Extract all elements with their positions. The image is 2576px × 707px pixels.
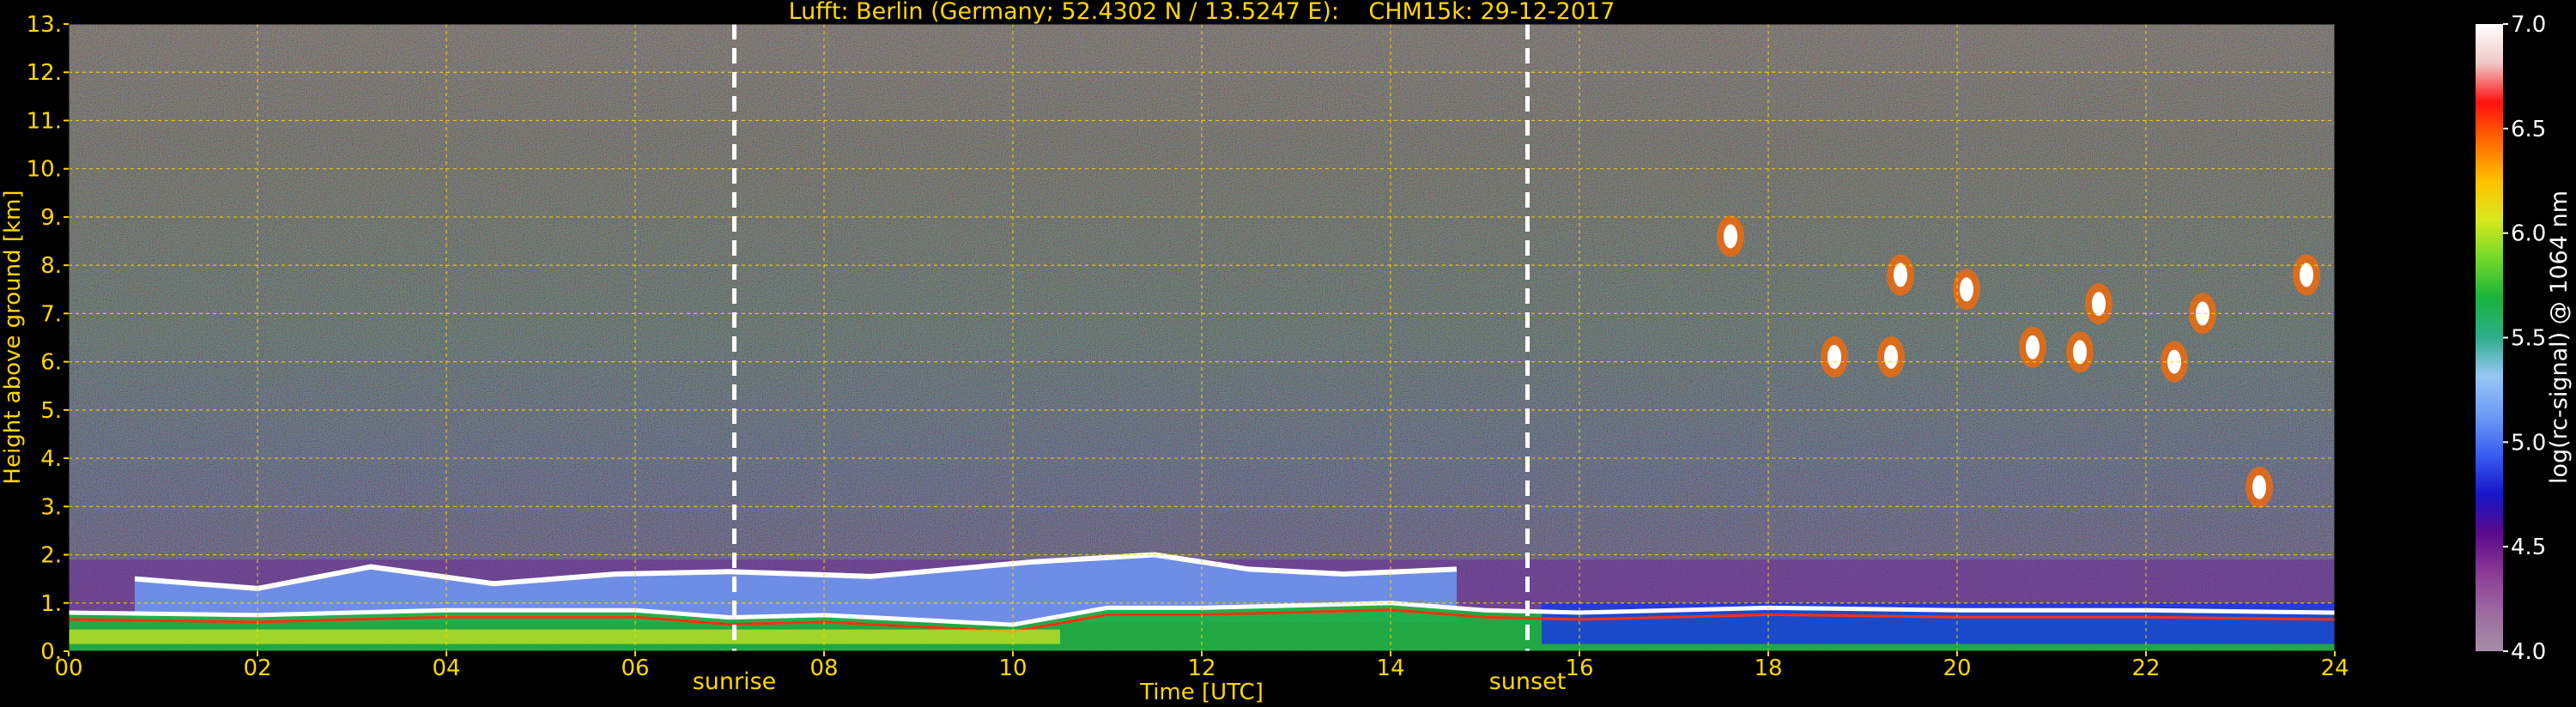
colorbar-tick-label: 6.0 xyxy=(2511,221,2546,247)
x-axis-label: Time [UTC] xyxy=(1139,680,1264,705)
colorbar: 4.0 4.5 5.0 5.5 6.0 6.5 7.0 log(rc-signal) @ 1… xyxy=(2476,12,2573,665)
colorbar-tick-label: 6.5 xyxy=(2511,117,2546,142)
colorbar-ticks: 4.0 4.5 5.0 5.5 6.0 6.5 7.0 xyxy=(2503,12,2546,665)
sun-annotation-label: sunset xyxy=(1489,668,1567,695)
y-axis-label: Height above ground [km] xyxy=(0,190,26,484)
y-tick-label: 8. xyxy=(40,253,62,279)
y-tick-label: 11. xyxy=(27,108,62,134)
x-tick-label: 24 xyxy=(2320,656,2349,681)
colorbar-label: log(rc-signal) @ 1064 nm xyxy=(2546,190,2573,484)
colorbar-tick-label: 5.0 xyxy=(2511,430,2546,456)
y-tick-label: 7. xyxy=(40,301,62,327)
cirrus-cloud-core xyxy=(1724,224,1737,249)
y-tick-label: 3. xyxy=(40,494,62,520)
colorbar-tick-label: 4.5 xyxy=(2511,535,2546,560)
y-tick-label: 1. xyxy=(40,591,62,617)
y-axis-ticks: 0.1.2.3.4.5.6.7.8.9.10.11.12.13. xyxy=(27,12,69,665)
chart-title: Lufft: Berlin (Germany; 52.4302 N / 13.5… xyxy=(789,0,1615,25)
x-tick-label: 04 xyxy=(432,656,460,681)
colorbar-bar xyxy=(2476,24,2503,651)
x-tick-label: 06 xyxy=(621,656,649,681)
y-tick-label: 9. xyxy=(40,205,62,231)
cirrus-cloud-core xyxy=(2092,292,2106,317)
cirrus-cloud-core xyxy=(1894,263,1907,287)
colorbar-tick-label: 7.0 xyxy=(2511,12,2546,38)
x-tick-label: 08 xyxy=(809,656,838,681)
y-tick-label: 10. xyxy=(27,157,62,183)
colorbar-tick-label: 4.0 xyxy=(2511,639,2546,665)
x-tick-label: 18 xyxy=(1754,656,1782,681)
cirrus-cloud-core xyxy=(2252,474,2266,499)
plot-noise xyxy=(69,24,2335,651)
plot-area xyxy=(68,23,2336,652)
cirrus-cloud-core xyxy=(2073,340,2087,365)
y-tick-label: 5. xyxy=(40,398,62,424)
x-tick-label: 00 xyxy=(54,656,82,681)
x-tick-label: 14 xyxy=(1376,656,1404,681)
colorbar-tick-label: 5.5 xyxy=(2511,326,2546,352)
sun-annotation-label: sunrise xyxy=(693,668,777,695)
cirrus-cloud-core xyxy=(1960,277,1973,302)
y-tick-label: 2. xyxy=(40,543,62,569)
x-tick-label: 20 xyxy=(1943,656,1971,681)
surface-layer xyxy=(69,629,1060,644)
x-tick-label: 22 xyxy=(2131,656,2160,681)
cirrus-cloud-core xyxy=(1827,344,1841,369)
x-tick-label: 10 xyxy=(998,656,1027,681)
cirrus-cloud-core xyxy=(1884,344,1898,369)
x-tick-label: 12 xyxy=(1187,656,1215,681)
cirrus-cloud-core xyxy=(2300,263,2313,287)
y-tick-label: 4. xyxy=(40,446,62,472)
x-axis-ticks: 00 02 04 06 08 10 12 14 16 18 20 22 24 xyxy=(54,651,2349,681)
lidar-chart: Lufft: Berlin (Germany; 52.4302 N / 13.5… xyxy=(0,0,2573,705)
x-tick-label: 16 xyxy=(1565,656,1593,681)
cirrus-cloud-core xyxy=(2026,335,2040,360)
y-tick-label: 13. xyxy=(27,12,62,38)
y-tick-label: 6. xyxy=(40,350,62,376)
x-tick-label: 02 xyxy=(243,656,271,681)
y-tick-label: 12. xyxy=(27,60,62,86)
